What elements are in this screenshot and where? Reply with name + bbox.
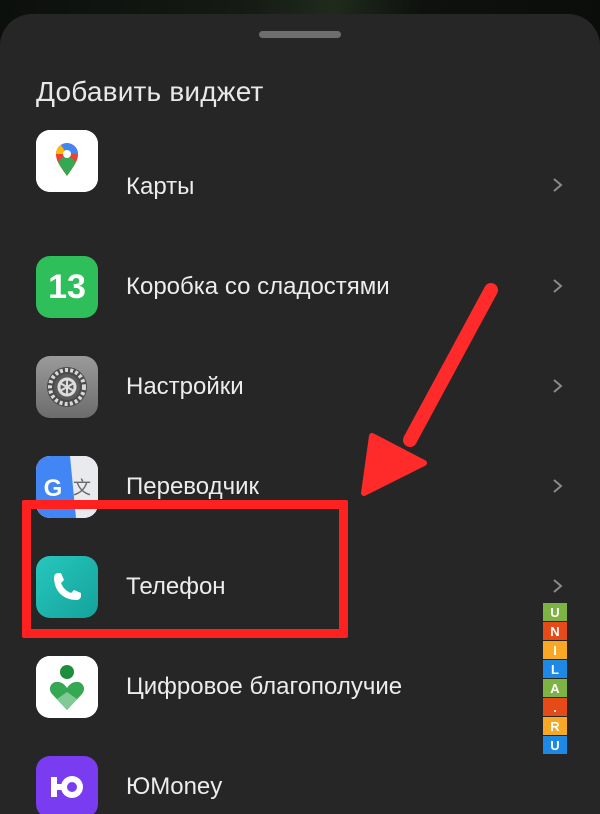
app-label: Цифровое благополучие [126, 673, 403, 700]
app-row-sweets-box[interactable]: 13 Коробка со сладостями [0, 236, 600, 336]
yumoney-icon [36, 756, 98, 814]
chevron-right-icon [553, 178, 563, 192]
app-label: ЮMoney [126, 773, 223, 800]
watermark-letter: R [543, 717, 567, 735]
sheet-drag-handle[interactable] [259, 31, 341, 38]
watermark-letter: U [543, 736, 567, 754]
watermark-letter: L [543, 660, 567, 678]
chevron-right-icon [553, 379, 563, 393]
watermark-letter: N [543, 622, 567, 640]
sweets-box-icon-text: 13 [48, 267, 86, 306]
sweets-box-icon: 13 [36, 256, 98, 318]
google-maps-icon [36, 130, 98, 192]
svg-text:G: G [44, 475, 63, 502]
watermark-letter: U [543, 603, 567, 621]
chevron-right-icon [553, 579, 563, 593]
app-row-settings[interactable]: Настройки [0, 336, 600, 436]
sheet-title: Добавить виджет [36, 76, 264, 107]
app-label: Настройки [126, 373, 244, 400]
app-label: Карты [126, 173, 195, 200]
add-widget-sheet: Добавить виджет Карты 13 Коробка со слад… [0, 14, 600, 814]
digital-wellbeing-icon [36, 656, 98, 718]
app-row-yumoney[interactable]: ЮMoney [0, 736, 600, 814]
watermark-letter: A [543, 679, 567, 697]
watermark-letter: . [543, 698, 567, 716]
watermark-letter: I [543, 641, 567, 659]
app-label: Коробка со сладостями [126, 273, 390, 300]
chevron-right-icon [553, 279, 563, 293]
app-row-maps[interactable]: Карты [0, 130, 600, 236]
chevron-right-icon [553, 479, 563, 493]
app-label: Переводчик [126, 473, 260, 500]
svg-text:文: 文 [73, 478, 91, 499]
unila-watermark: U N I L A . R U [543, 603, 567, 783]
highlight-annotation-box [22, 500, 348, 638]
settings-gear-icon [36, 356, 98, 418]
app-row-digital-wellbeing[interactable]: Цифровое благополучие [0, 636, 600, 736]
